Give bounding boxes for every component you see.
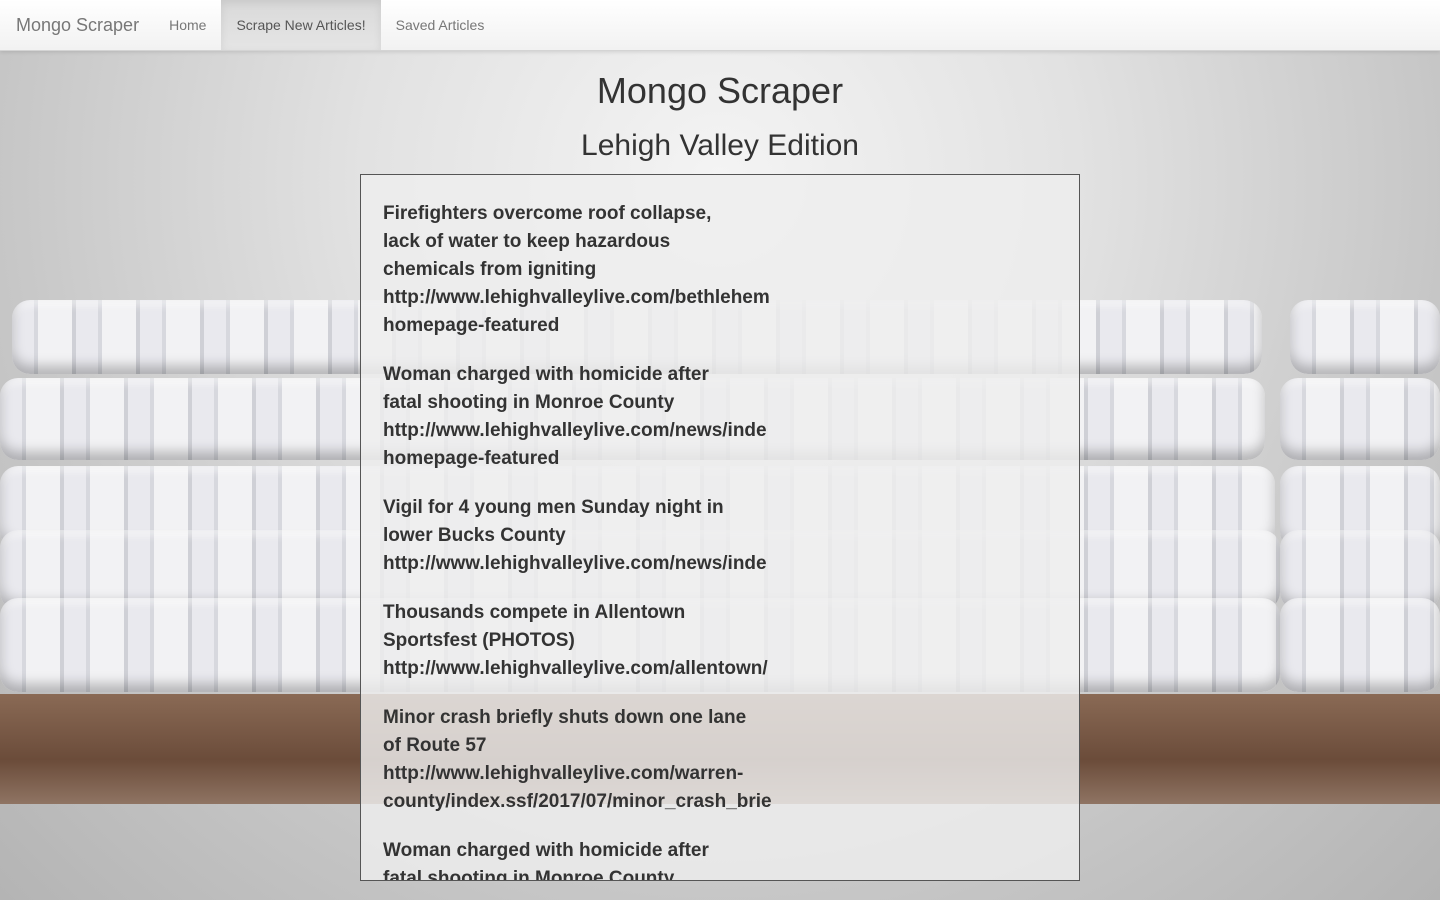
article-item[interactable]: Firefighters overcome roof collapse, lac… — [383, 200, 793, 340]
nav-link-saved-articles[interactable]: Saved Articles — [381, 0, 500, 50]
newspaper-roll — [1280, 598, 1440, 692]
article-link[interactable]: http://www.lehighvalleylive.com/news/ind… — [383, 417, 793, 445]
navbar-brand[interactable]: Mongo Scraper — [0, 0, 154, 50]
nav-link-scrape-new-articles[interactable]: Scrape New Articles! — [221, 0, 381, 50]
article-headline[interactable]: Vigil for 4 young men Sunday night in lo… — [383, 494, 793, 550]
article-item[interactable]: Vigil for 4 young men Sunday night in lo… — [383, 494, 793, 578]
article-item[interactable]: Thousands compete in Allentown Sportsfes… — [383, 599, 793, 683]
article-link[interactable]: http://www.lehighvalleylive.com/news/ind… — [383, 550, 793, 578]
page-title: Mongo Scraper — [596, 70, 844, 111]
article-link[interactable]: http://www.lehighvalleylive.com/warren- — [383, 760, 793, 788]
article-headline[interactable]: Minor crash briefly shuts down one lane … — [383, 704, 793, 760]
article-link[interactable]: county/index.ssf/2017/07/minor_crash_bri… — [383, 788, 793, 816]
article-link[interactable]: http://www.lehighvalleylive.com/bethlehe… — [383, 284, 793, 312]
article-headline[interactable]: Woman charged with homicide after fatal … — [383, 361, 793, 417]
article-headline[interactable]: Firefighters overcome roof collapse, lac… — [383, 200, 793, 284]
newspaper-roll — [1290, 300, 1440, 374]
article-link[interactable]: homepage-featured — [383, 312, 793, 340]
articles-panel[interactable]: Firefighters overcome roof collapse, lac… — [360, 174, 1080, 881]
article-headline[interactable]: Thousands compete in Allentown Sportsfes… — [383, 599, 793, 655]
nav-link-home[interactable]: Home — [154, 0, 221, 50]
article-item[interactable]: Woman charged with homicide after fatal … — [383, 837, 793, 880]
newspaper-roll — [1280, 378, 1440, 460]
top-navbar: Mongo Scraper Home Scrape New Articles! … — [0, 0, 1440, 51]
article-headline[interactable]: Woman charged with homicide after fatal … — [383, 837, 793, 880]
article-link[interactable]: homepage-featured — [383, 445, 793, 473]
article-item[interactable]: Minor crash briefly shuts down one lane … — [383, 704, 793, 816]
article-link[interactable]: http://www.lehighvalleylive.com/allentow… — [383, 655, 793, 683]
page-subtitle: Lehigh Valley Edition — [581, 129, 859, 162]
article-item[interactable]: Woman charged with homicide after fatal … — [383, 361, 793, 473]
